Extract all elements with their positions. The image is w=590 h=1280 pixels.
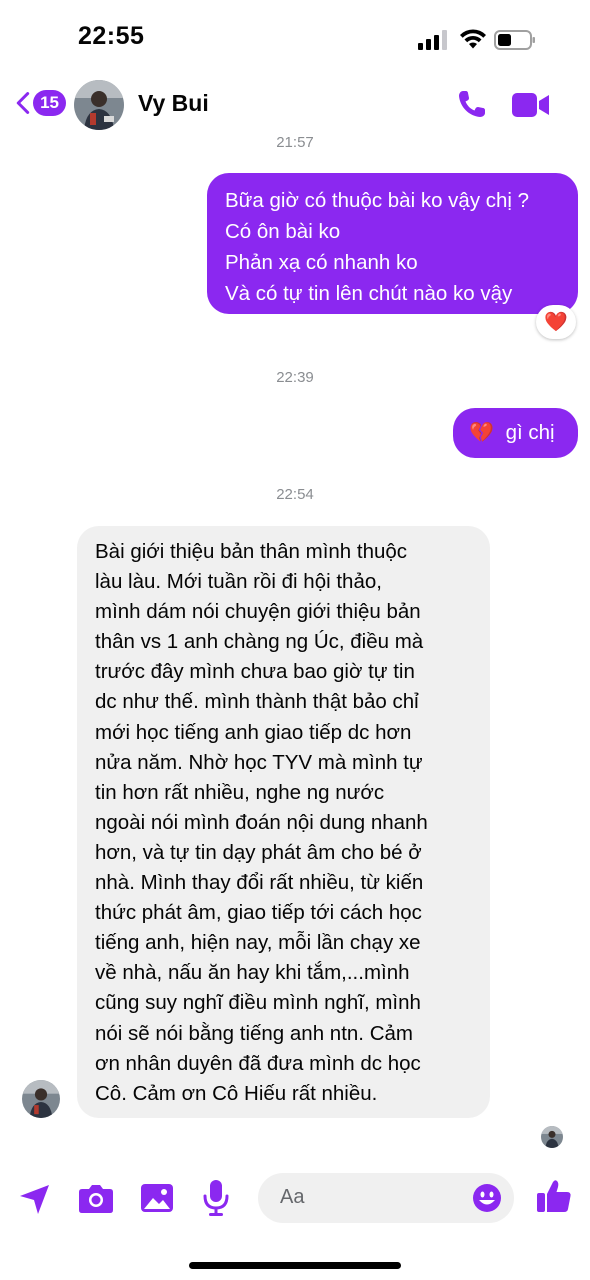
contact-name[interactable]: Vy Bui <box>138 90 209 117</box>
broken-heart-icon: 💔 <box>469 422 494 444</box>
send-location-icon[interactable] <box>18 1182 52 1216</box>
gallery-icon[interactable] <box>140 1182 174 1214</box>
message-line: tiếng anh, hiện nay, mỗi lần chạy xe <box>95 931 421 955</box>
phone-icon[interactable] <box>456 88 488 120</box>
message-line: Bài giới thiệu bản thân mình thuộc <box>95 540 408 563</box>
cellular-signal-icon <box>418 30 447 50</box>
message-timestamp: 21:57 <box>276 134 314 151</box>
message-line: Phản xạ có nhanh ko <box>225 251 418 274</box>
message-input[interactable]: Aa <box>258 1173 514 1223</box>
wifi-icon <box>460 29 486 49</box>
message-line: thức phát âm, giao tiếp tới cách học <box>95 901 422 925</box>
emoji-icon[interactable] <box>472 1183 502 1213</box>
message-line: ơn nhân duyên đã đưa mình dc học <box>95 1051 421 1075</box>
message-text: gì chị <box>505 421 555 444</box>
message-line: Cô. Cảm ơn Cô Hiếu rất nhiều. <box>95 1081 378 1105</box>
message-line: nửa năm. Nhờ học TYV mà mình tự <box>95 750 423 774</box>
video-camera-icon[interactable] <box>512 92 550 118</box>
camera-icon[interactable] <box>78 1182 114 1214</box>
avatar-photo-icon <box>74 80 124 130</box>
message-line: dc như thế. mình thành thật bảo chỉ <box>95 690 419 714</box>
message-line: tin hơn rất nhiều, nghe ng nước <box>95 780 385 804</box>
message-line: thân vs 1 anh chàng ng Úc, điều mà <box>95 630 424 654</box>
contact-avatar[interactable] <box>74 80 124 130</box>
sender-avatar[interactable] <box>22 1080 60 1118</box>
home-indicator[interactable] <box>189 1262 401 1269</box>
outgoing-message[interactable]: Bữa giờ có thuộc bài ko vậy chị ? Có ôn … <box>207 173 578 314</box>
message-line: nói sẽ nói bằng tiếng anh ntn. Cảm <box>95 1021 413 1045</box>
message-input-placeholder: Aa <box>280 1186 305 1208</box>
message-line: hơn, và tự tin dạy phát âm cho bé ở <box>95 840 422 864</box>
like-icon[interactable] <box>536 1178 572 1214</box>
message-line: Có ôn bài ko <box>225 220 341 243</box>
message-line: Bữa giờ có thuộc bài ko vậy chị ? <box>225 189 530 212</box>
message-line: nhà. Mình thay đổi rất nhiều, từ kiến <box>95 871 424 895</box>
message-timestamp: 22:39 <box>276 369 314 386</box>
message-line: mình dám nói chuyện giới thiệu bản <box>95 600 421 624</box>
outgoing-message[interactable]: 💔 gì chị <box>453 408 578 458</box>
status-bar: 22:55 <box>0 0 590 80</box>
message-line: làu làu. Mới tuần rồi đi hội thảo, <box>95 570 382 594</box>
seen-receipt-avatar <box>541 1126 563 1148</box>
message-line: trước đây mình chưa bao giờ tự tin <box>95 660 415 684</box>
avatar-photo-icon <box>541 1126 563 1148</box>
unread-count-badge: 15 <box>33 90 66 116</box>
back-button[interactable]: 15 <box>14 84 66 122</box>
conversation-header: 15 Vy Bui <box>0 72 590 136</box>
heart-icon: ❤️ <box>544 312 568 333</box>
message-line: mới học tiếng anh giao tiếp dc hơn <box>95 720 412 744</box>
battery-icon <box>494 30 535 50</box>
message-line: ngoài nói mình đoán nội dung nhanh <box>95 810 428 834</box>
message-line: về nhà, nấu ăn hay khi tắm,...mình <box>95 961 410 985</box>
heart-reaction[interactable]: ❤️ <box>536 305 576 339</box>
message-composer: Aa <box>0 1168 590 1228</box>
microphone-icon[interactable] <box>203 1179 229 1217</box>
message-line: Và có tự tin lên chút nào ko vậy <box>225 282 513 305</box>
avatar-photo-icon <box>22 1080 60 1118</box>
message-timestamp: 22:54 <box>276 486 314 503</box>
chevron-left-icon <box>16 92 30 114</box>
incoming-message[interactable]: Bài giới thiệu bản thân mình thuộc làu l… <box>77 526 490 1118</box>
message-line: cũng suy nghĩ điều mình nghĩ, mình <box>95 991 421 1015</box>
status-time: 22:55 <box>78 22 145 50</box>
